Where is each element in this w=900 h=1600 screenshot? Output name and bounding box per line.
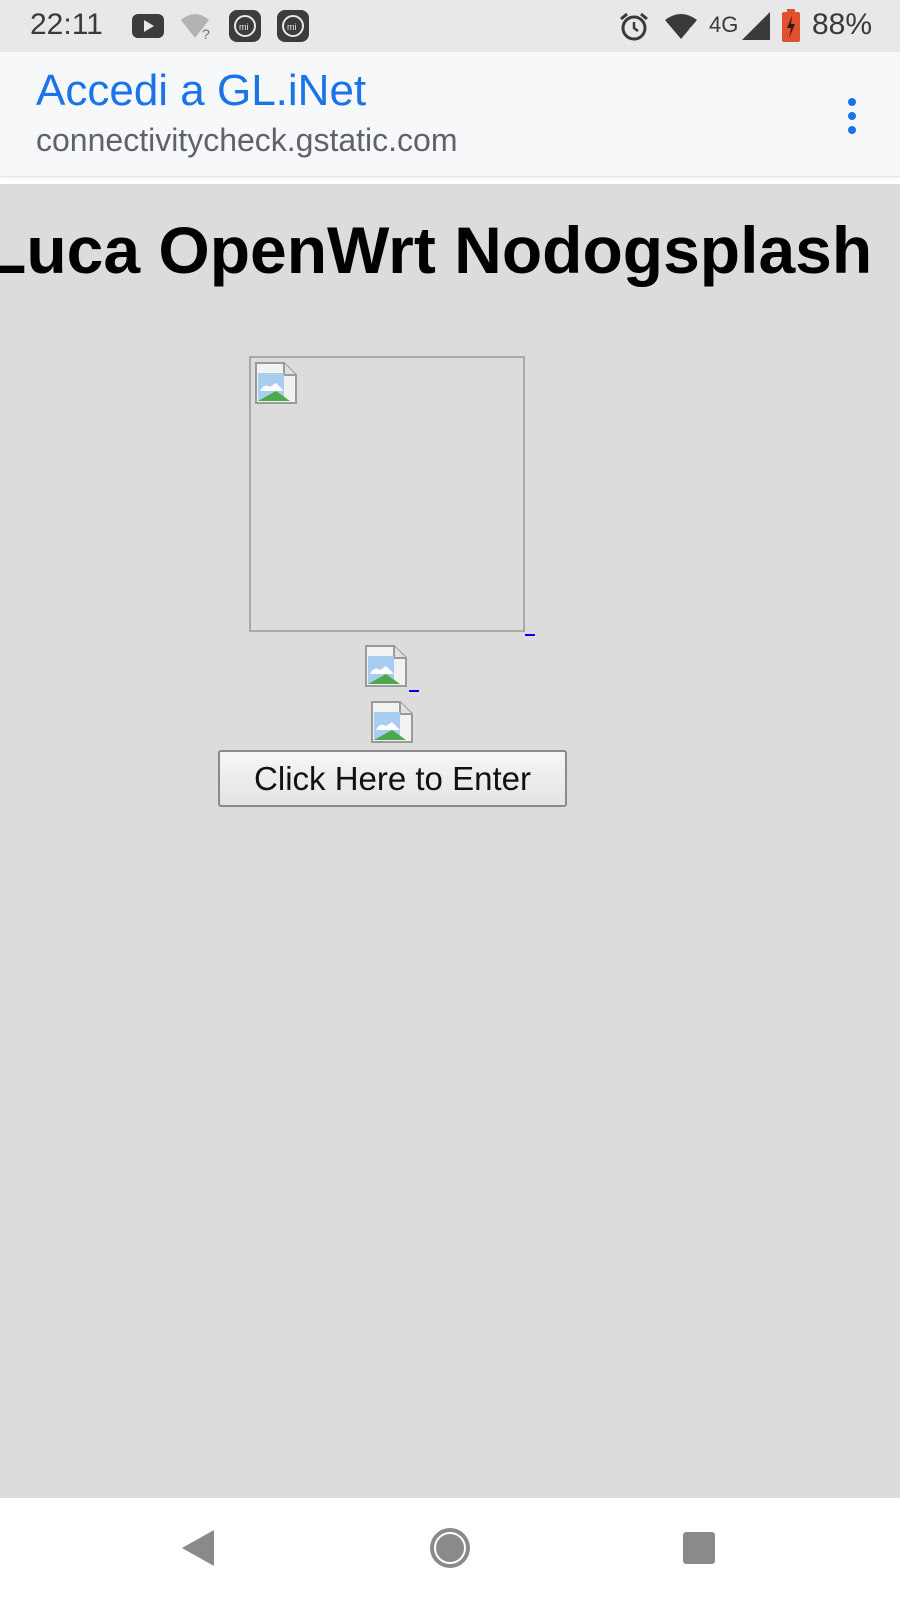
logo-image-frame[interactable] — [249, 356, 525, 632]
network-type-label: 4G — [709, 12, 739, 37]
broken-image-icon[interactable] — [364, 644, 408, 688]
status-time: 22:11 — [30, 8, 103, 41]
svg-text:mi: mi — [239, 22, 249, 32]
signal-icon — [742, 12, 770, 40]
more-vert-icon — [848, 98, 856, 106]
alarm-icon — [620, 12, 648, 41]
page-title: Accedi a GL.iNet — [36, 66, 367, 115]
youtube-icon — [132, 14, 164, 38]
svg-text:?: ? — [202, 26, 210, 40]
splash-heading: Luca OpenWrt Nodogsplash — [0, 213, 873, 287]
battery-charging-icon — [782, 9, 800, 42]
back-icon[interactable] — [180, 1528, 216, 1568]
recent-apps-icon[interactable] — [681, 1530, 717, 1566]
image-link[interactable] — [409, 690, 419, 692]
battery-percent: 88% — [812, 8, 873, 41]
mi-app-icon: mi — [277, 10, 309, 42]
image-link[interactable] — [525, 634, 535, 636]
svg-text:mi: mi — [287, 22, 297, 32]
enter-button[interactable]: Click Here to Enter — [218, 750, 567, 807]
wifi-unknown-icon: ? — [181, 14, 210, 40]
page-url: connectivitycheck.gstatic.com — [36, 122, 458, 158]
broken-image-icon — [371, 701, 413, 743]
web-content: Luca OpenWrt Nodogsplash Click Here to E… — [0, 184, 900, 1498]
captive-portal-header: Accedi a GL.iNet connectivitycheck.gstat… — [0, 52, 900, 176]
mi-app-icon: mi — [229, 10, 261, 42]
broken-image-icon — [255, 362, 297, 404]
navigation-bar — [0, 1498, 900, 1600]
wifi-no-internet-icon — [665, 14, 700, 39]
status-bar: 22:11 ? mi mi 4G 88% — [0, 0, 900, 52]
more-options-button[interactable] — [834, 92, 870, 140]
home-icon[interactable] — [428, 1526, 472, 1570]
